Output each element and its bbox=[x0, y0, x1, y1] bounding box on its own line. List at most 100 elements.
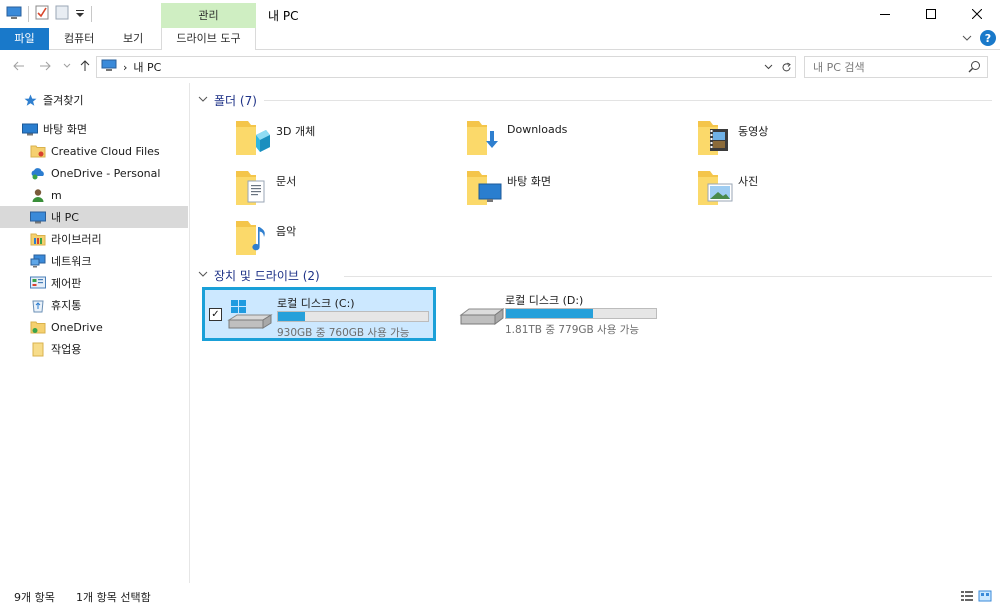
nav-item-favorites[interactable]: 즐겨찾기 bbox=[0, 89, 188, 111]
breadcrumb-separator-icon[interactable]: › bbox=[123, 61, 127, 74]
3d-objects-icon bbox=[236, 121, 270, 155]
music-icon bbox=[236, 221, 265, 255]
desktop-icon bbox=[22, 121, 38, 137]
drive-c[interactable]: ✓ 로컬 디스크 (C:) 930GB 중 760GB 사용 가능 bbox=[202, 287, 436, 341]
refresh-icon[interactable] bbox=[777, 57, 795, 77]
drive-label: 로컬 디스크 (C:) bbox=[277, 297, 355, 310]
address-bar[interactable]: › 내 PC bbox=[96, 56, 796, 78]
content-pane: 폴더 (7) 3D 개체 Downloads 동영상 문서 바탕 화면 사진 음… bbox=[192, 83, 1000, 583]
nav-item-onedrive-personal[interactable]: OneDrive - Personal bbox=[0, 162, 188, 184]
computer-icon[interactable] bbox=[6, 6, 22, 23]
onedrive-folder-icon bbox=[30, 319, 46, 335]
toolbar-separator bbox=[28, 6, 29, 22]
search-box[interactable] bbox=[804, 56, 988, 78]
folder-downloads[interactable]: Downloads bbox=[465, 117, 685, 163]
hard-drive-icon bbox=[459, 308, 505, 325]
pictures-icon bbox=[698, 171, 733, 205]
ribbon-tabs: 파일 컴퓨터 보기 드라이브 도구 ? bbox=[0, 28, 1000, 50]
downloads-icon bbox=[467, 121, 498, 155]
drive-d[interactable]: 로컬 디스크 (D:) 1.81TB 중 779GB 사용 가능 bbox=[433, 287, 667, 341]
drive-free-space: 1.81TB 중 779GB 사용 가능 bbox=[505, 324, 640, 336]
maximize-button[interactable] bbox=[908, 0, 954, 28]
folders-group-header[interactable]: 폴더 (7) bbox=[198, 90, 257, 110]
desktop-folder-icon bbox=[467, 171, 502, 205]
library-icon bbox=[30, 231, 46, 247]
nav-item-this-pc[interactable]: 내 PC bbox=[0, 206, 188, 228]
properties-icon[interactable] bbox=[35, 5, 49, 23]
folder-documents[interactable]: 문서 bbox=[234, 167, 454, 213]
nav-item-user[interactable]: m bbox=[0, 184, 188, 206]
ribbon-right-controls: ? bbox=[962, 30, 996, 46]
computer-icon bbox=[101, 59, 117, 75]
breadcrumb[interactable]: 내 PC bbox=[133, 59, 161, 75]
selection-checkbox[interactable]: ✓ bbox=[209, 308, 222, 321]
folder-videos[interactable]: 동영상 bbox=[696, 117, 916, 163]
videos-icon bbox=[698, 121, 728, 155]
selection-count: 1개 항목 선택함 bbox=[76, 591, 151, 604]
window-title: 내 PC bbox=[268, 9, 299, 23]
folder-pictures[interactable]: 사진 bbox=[696, 167, 916, 213]
folder-3d-objects[interactable]: 3D 개체 bbox=[234, 117, 454, 163]
network-icon bbox=[30, 253, 46, 269]
recycle-bin-icon bbox=[30, 297, 46, 313]
title-bar: 관리 내 PC bbox=[0, 0, 1000, 28]
cloud-folder-icon bbox=[30, 143, 46, 159]
search-icon[interactable] bbox=[968, 60, 981, 76]
help-icon[interactable]: ? bbox=[980, 30, 996, 46]
nav-item-creative-cloud[interactable]: Creative Cloud Files bbox=[0, 140, 188, 162]
quick-access-toolbar bbox=[6, 5, 92, 23]
expand-ribbon-icon[interactable] bbox=[962, 32, 972, 45]
status-bar: 9개 항목 1개 항목 선택함 bbox=[0, 584, 1000, 610]
nav-item-control-panel[interactable]: 제어판 bbox=[0, 272, 188, 294]
group-divider bbox=[264, 100, 992, 101]
nav-item-onedrive[interactable]: OneDrive bbox=[0, 316, 188, 338]
window-controls bbox=[862, 0, 1000, 28]
toolbar-separator bbox=[91, 6, 92, 22]
back-arrow-icon[interactable] bbox=[10, 57, 28, 75]
tab-computer[interactable]: 컴퓨터 bbox=[54, 28, 104, 50]
view-switcher bbox=[960, 590, 992, 605]
manage-context-tab[interactable]: 관리 bbox=[161, 3, 256, 28]
documents-icon bbox=[236, 171, 265, 205]
new-folder-icon[interactable] bbox=[55, 5, 69, 23]
drive-usage-bar bbox=[277, 311, 429, 322]
star-icon bbox=[22, 92, 38, 108]
customize-toolbar-icon[interactable] bbox=[75, 7, 85, 22]
drive-free-space: 930GB 중 760GB 사용 가능 bbox=[277, 327, 410, 339]
tab-file[interactable]: 파일 bbox=[0, 28, 49, 50]
control-panel-icon bbox=[30, 275, 46, 291]
nav-item-work[interactable]: 작업용 bbox=[0, 338, 188, 360]
tab-drive-tools[interactable]: 드라이브 도구 bbox=[161, 28, 256, 50]
navigation-pane: 즐겨찾기 바탕 화면 Creative Cloud Files OneDrive… bbox=[0, 83, 190, 583]
computer-icon bbox=[30, 209, 46, 225]
chevron-down-icon[interactable] bbox=[198, 270, 208, 281]
drive-label: 로컬 디스크 (D:) bbox=[505, 294, 584, 307]
user-icon bbox=[30, 187, 46, 203]
tab-view[interactable]: 보기 bbox=[113, 28, 153, 50]
windows-drive-icon bbox=[227, 300, 273, 329]
onedrive-icon bbox=[30, 165, 46, 181]
folder-icon bbox=[30, 341, 46, 357]
address-row: › 내 PC bbox=[0, 51, 1000, 83]
minimize-button[interactable] bbox=[862, 0, 908, 28]
details-view-icon[interactable] bbox=[960, 590, 974, 605]
drive-usage-bar bbox=[505, 308, 657, 319]
drives-group-header[interactable]: 장치 및 드라이브 (2) bbox=[198, 265, 320, 285]
drive-usage-fill bbox=[506, 309, 593, 318]
recent-locations-icon[interactable] bbox=[58, 57, 76, 75]
folder-desktop[interactable]: 바탕 화면 bbox=[465, 167, 685, 213]
address-dropdown-icon[interactable] bbox=[759, 57, 777, 77]
up-arrow-icon[interactable] bbox=[76, 57, 94, 75]
large-icons-view-icon[interactable] bbox=[978, 590, 992, 605]
nav-item-libraries[interactable]: 라이브러리 bbox=[0, 228, 188, 250]
forward-arrow-icon[interactable] bbox=[36, 57, 54, 75]
search-input[interactable] bbox=[813, 60, 963, 74]
close-button[interactable] bbox=[954, 0, 1000, 28]
item-count: 9개 항목 bbox=[14, 591, 55, 604]
nav-item-recycle-bin[interactable]: 휴지통 bbox=[0, 294, 188, 316]
nav-item-desktop[interactable]: 바탕 화면 bbox=[0, 118, 188, 140]
group-divider bbox=[344, 276, 992, 277]
chevron-down-icon[interactable] bbox=[198, 95, 208, 106]
nav-item-network[interactable]: 네트워크 bbox=[0, 250, 188, 272]
folder-music[interactable]: 음악 bbox=[234, 217, 454, 263]
